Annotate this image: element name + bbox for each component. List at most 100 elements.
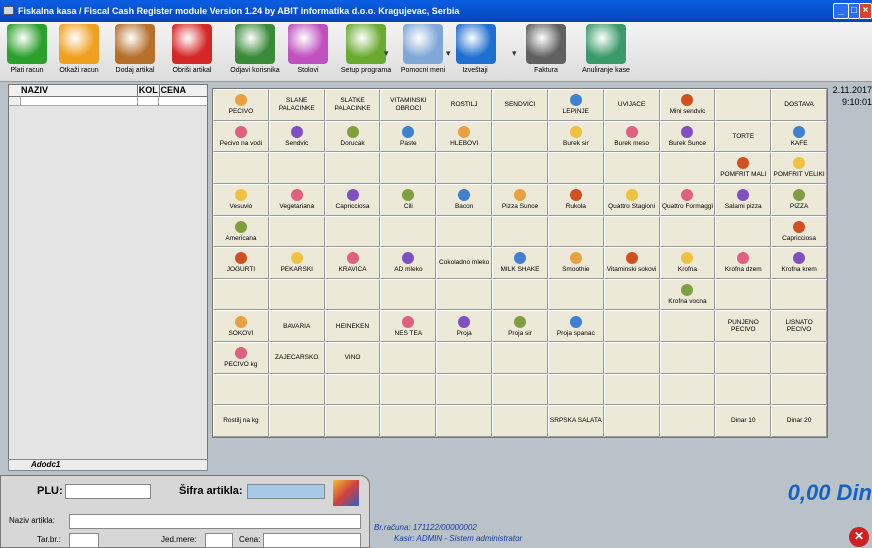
product-button[interactable] [324, 215, 381, 248]
product-button[interactable] [380, 342, 437, 374]
product-button[interactable]: POMFRIT VELIKI [771, 152, 827, 184]
toolbar-button-3[interactable]: Obriši artikal [164, 24, 220, 74]
product-button[interactable] [771, 373, 827, 406]
product-button[interactable]: Pecivo na vodi [213, 120, 269, 153]
product-button[interactable] [603, 373, 660, 406]
product-button[interactable]: TORTE [715, 120, 772, 153]
product-button[interactable]: Salami pizza [715, 183, 772, 216]
product-button[interactable]: PEKARSKI [268, 247, 325, 279]
product-button[interactable] [771, 342, 827, 374]
product-button[interactable]: Proja sir [492, 310, 548, 343]
product-button[interactable] [715, 215, 772, 248]
product-button[interactable]: VINO [324, 342, 381, 374]
product-button[interactable] [603, 342, 660, 374]
product-button[interactable]: Vegetariana [268, 183, 325, 216]
product-button[interactable] [492, 405, 548, 437]
product-button[interactable]: UVIJACE [603, 89, 660, 121]
product-button[interactable] [268, 152, 325, 184]
tar-input[interactable] [69, 533, 99, 548]
product-button[interactable]: VITAMINSKI OBROCI [380, 89, 437, 121]
product-button[interactable]: Rukola [547, 183, 604, 216]
product-button[interactable]: Proja spanac [547, 310, 604, 343]
product-button[interactable]: Cokoladno mleko [436, 247, 493, 279]
product-button[interactable]: Smoothie [547, 247, 604, 279]
product-button[interactable]: SLANE PALACINKE [268, 89, 325, 121]
product-button[interactable]: Dinar 20 [771, 405, 827, 437]
product-button[interactable]: Vesuvio [213, 183, 269, 216]
cube-icon[interactable] [333, 480, 359, 506]
product-button[interactable] [380, 405, 437, 437]
product-button[interactable] [268, 215, 325, 248]
product-button[interactable]: BAVARIA [268, 310, 325, 343]
exit-icon[interactable]: ✕ [849, 527, 869, 547]
product-button[interactable] [436, 405, 493, 437]
product-button[interactable] [603, 215, 660, 248]
product-button[interactable] [380, 278, 437, 311]
product-button[interactable] [436, 342, 493, 374]
product-button[interactable]: Bacon [436, 183, 493, 216]
product-button[interactable] [324, 278, 381, 311]
product-button[interactable]: SENDVICI [492, 89, 548, 121]
product-button[interactable]: DOSTAVA [771, 89, 827, 121]
product-button[interactable] [603, 405, 660, 437]
product-button[interactable]: PUNJENO PECIVO [715, 310, 772, 343]
product-button[interactable] [547, 278, 604, 311]
product-button[interactable] [436, 278, 493, 311]
toolbar-button-8[interactable]: Izveštaji [456, 24, 496, 74]
product-button[interactable] [213, 373, 269, 406]
product-button[interactable]: Capricciosa [324, 183, 381, 216]
toolbar-button-7[interactable]: Pomocni meni [396, 24, 450, 74]
jed-input[interactable] [205, 533, 233, 548]
product-button[interactable] [547, 373, 604, 406]
product-button[interactable]: PECIVO kg [213, 342, 269, 374]
product-button[interactable]: SOKOVI [213, 310, 269, 343]
product-button[interactable]: Krofna krem [771, 247, 827, 279]
minimize-button[interactable]: _ [833, 3, 849, 19]
toolbar-button-9[interactable]: Faktura [526, 24, 566, 74]
product-button[interactable] [213, 152, 269, 184]
table-row[interactable] [9, 97, 207, 106]
product-button[interactable] [436, 373, 493, 406]
product-button[interactable]: ZAJECARSKO [268, 342, 325, 374]
product-button[interactable] [659, 373, 716, 406]
product-button[interactable]: ROSTILJ [436, 89, 493, 121]
product-button[interactable] [324, 152, 381, 184]
product-button[interactable] [492, 120, 548, 153]
product-button[interactable] [324, 405, 381, 437]
product-button[interactable]: Burek Sunce [659, 120, 716, 153]
product-button[interactable]: AD mleko [380, 247, 437, 279]
product-button[interactable]: SLATKE PALACINKE [324, 89, 381, 121]
product-button[interactable]: Dorucak [324, 120, 381, 153]
product-button[interactable]: Krofna vocna [659, 278, 716, 311]
product-button[interactable] [603, 152, 660, 184]
product-button[interactable] [547, 152, 604, 184]
product-button[interactable]: LISNATO PECIVO [771, 310, 827, 343]
toolbar-button-5[interactable]: Stolovi [286, 24, 330, 74]
product-button[interactable] [715, 278, 772, 311]
product-button[interactable]: Vitaminski sokovi [603, 247, 660, 279]
product-button[interactable] [715, 373, 772, 406]
plu-input[interactable] [65, 484, 151, 499]
product-button[interactable]: Sendvic [268, 120, 325, 153]
dropdown-arrow-icon[interactable]: ▾ [512, 48, 518, 59]
product-button[interactable]: JOGURTI [213, 247, 269, 279]
product-button[interactable]: Quattro Formaggi [659, 183, 716, 216]
close-button[interactable]: × [859, 3, 872, 19]
product-button[interactable] [659, 215, 716, 248]
product-button[interactable] [492, 342, 548, 374]
product-button[interactable] [492, 152, 548, 184]
product-button[interactable] [603, 310, 660, 343]
product-button[interactable]: Cili [380, 183, 437, 216]
product-button[interactable]: HLEBOVI [436, 120, 493, 153]
product-button[interactable] [268, 373, 325, 406]
product-button[interactable] [380, 152, 437, 184]
product-button[interactable]: Proja [436, 310, 493, 343]
product-button[interactable] [436, 215, 493, 248]
product-button[interactable] [492, 215, 548, 248]
product-button[interactable]: Rostilj na kg [213, 405, 269, 437]
product-button[interactable] [771, 278, 827, 311]
product-button[interactable] [380, 373, 437, 406]
product-button[interactable] [268, 278, 325, 311]
toolbar-button-1[interactable]: Otkaži racun [54, 24, 104, 74]
product-button[interactable]: LEPINJE [547, 89, 604, 121]
